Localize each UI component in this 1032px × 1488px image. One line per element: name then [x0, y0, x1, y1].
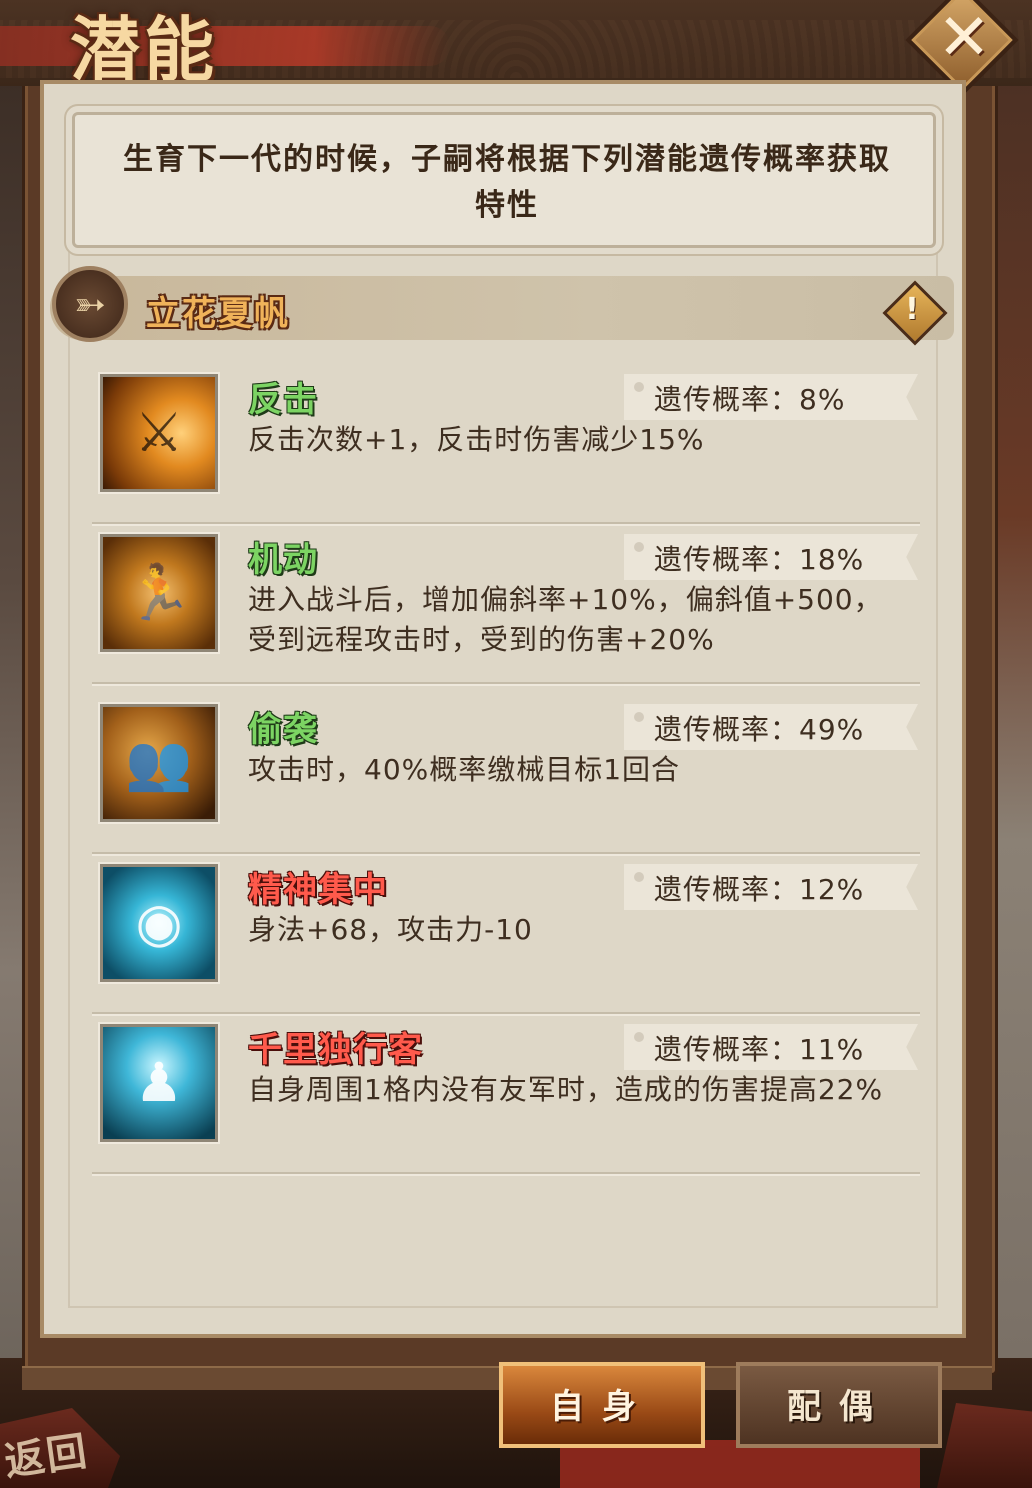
- back-button-label: 返回: [1, 1427, 92, 1486]
- description-box: 生育下一代的时候，子嗣将根据下列潜能遗传概率获取特性: [72, 112, 936, 248]
- lone-warrior-icon: ♟: [100, 1024, 218, 1142]
- skill-divider: [92, 1172, 920, 1174]
- tab-self[interactable]: 自身: [499, 1362, 705, 1448]
- inherit-rate-badge: 遗传概率：49%: [624, 704, 918, 750]
- skill-item-counter[interactable]: ⚔ 反击 遗传概率：8% 反击次数+1，反击时伤害减少15%: [92, 364, 920, 524]
- inherit-rate-badge: 遗传概率：11%: [624, 1024, 918, 1070]
- tab-mate[interactable]: 配偶: [736, 1362, 942, 1448]
- skill-divider: [92, 682, 920, 684]
- skill-name: 机动: [248, 540, 318, 580]
- close-button[interactable]: ✕: [905, 0, 1019, 97]
- skill-item-lone-wanderer[interactable]: ♟ 千里独行客 遗传概率：11% 自身周围1格内没有友军时，造成的伤害提高22%: [92, 1014, 920, 1174]
- character-emblem: ➳: [52, 266, 128, 342]
- inherit-rate-label: 遗传概率：49%: [654, 713, 865, 746]
- info-button[interactable]: !: [882, 280, 948, 346]
- skill-item-mobility[interactable]: 🏃 机动 遗传概率：18% 进入战斗后，增加偏斜率+10%，偏斜值+500，受到…: [92, 524, 920, 684]
- running-ninja-icon: 🏃: [100, 534, 218, 652]
- ambush-shadow-icon: 👥: [100, 704, 218, 822]
- skill-description: 反击次数+1，反击时伤害减少15%: [248, 423, 705, 456]
- inherit-rate-badge: 遗传概率：18%: [624, 534, 918, 580]
- description-text: 生育下一代的时候，子嗣将根据下列潜能遗传概率获取特性: [123, 142, 891, 223]
- shuriken-emblem-icon: ➳: [74, 282, 106, 326]
- close-x-icon: ✕: [937, 1, 991, 75]
- skill-item-focus[interactable]: ◉ 精神集中 遗传概率：12% 身法+68，攻击力-10: [92, 854, 920, 1014]
- counterattack-sword-icon: ⚔: [100, 374, 218, 492]
- skill-name: 偷袭: [248, 710, 318, 750]
- inherit-rate-label: 遗传概率：11%: [654, 1033, 865, 1066]
- inherit-rate-badge: 遗传概率：12%: [624, 864, 918, 910]
- skill-name: 精神集中: [248, 870, 388, 910]
- skill-name: 反击: [248, 380, 318, 420]
- skill-name: 千里独行客: [248, 1030, 423, 1070]
- skill-description: 身法+68，攻击力-10: [248, 913, 533, 946]
- inherit-rate-label: 遗传概率：8%: [654, 383, 846, 416]
- inherit-rate-badge: 遗传概率：8%: [624, 374, 918, 420]
- title-ribbon: [0, 26, 450, 66]
- eye-focus-icon: ◉: [100, 864, 218, 982]
- character-name: 立花夏帆: [146, 294, 290, 334]
- skill-description: 自身周围1格内没有友军时，造成的伤害提高22%: [248, 1073, 884, 1106]
- skill-item-ambush[interactable]: 👥 偷袭 遗传概率：49% 攻击时，40%概率缴械目标1回合: [92, 694, 920, 854]
- skill-description: 进入战斗后，增加偏斜率+10%，偏斜值+500，受到远程攻击时，受到的伤害+20…: [248, 583, 883, 656]
- exclamation-icon: !: [905, 292, 919, 327]
- inherit-rate-label: 遗传概率：18%: [654, 543, 865, 576]
- inherit-rate-label: 遗传概率：12%: [654, 873, 865, 906]
- skill-description: 攻击时，40%概率缴械目标1回合: [248, 753, 681, 786]
